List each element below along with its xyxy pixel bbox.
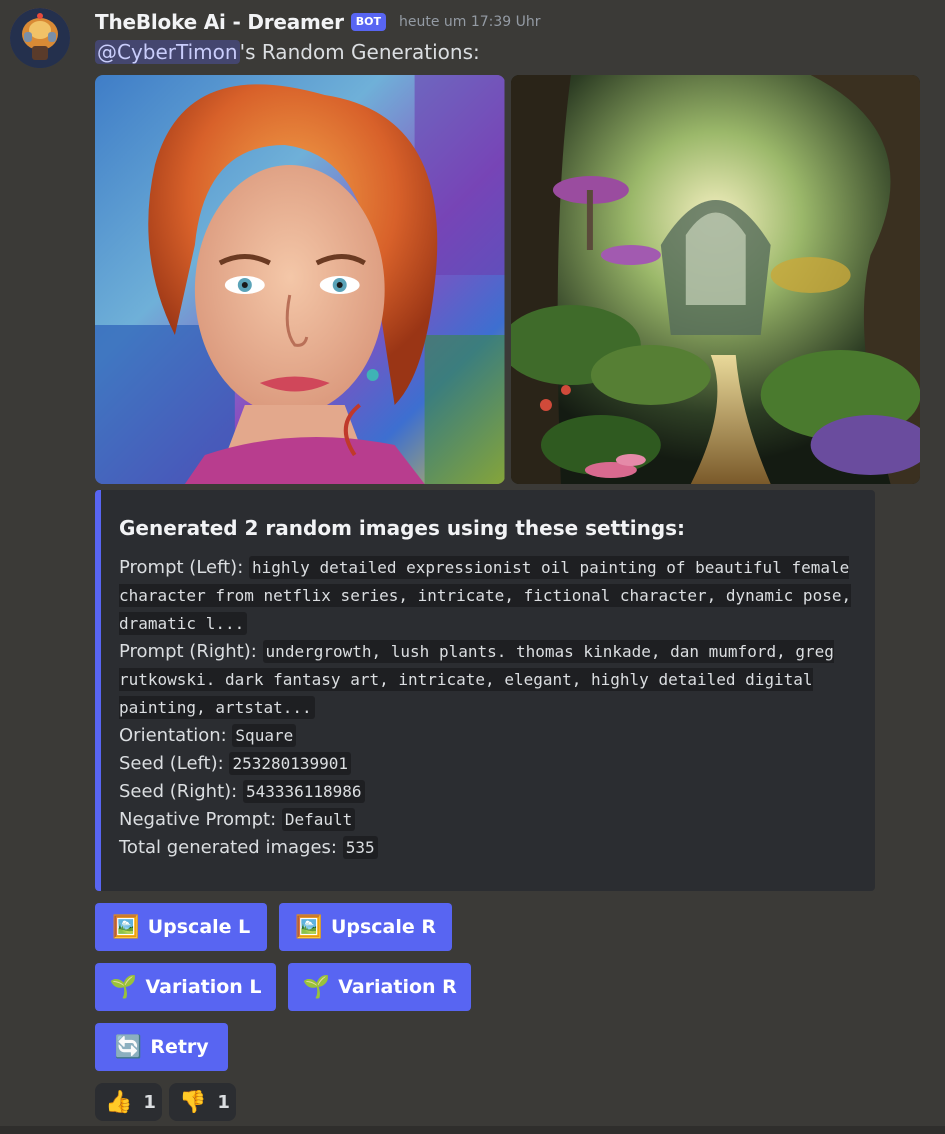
button-label: Retry: [150, 1036, 209, 1058]
bottom-divider: [0, 1126, 945, 1134]
upscale-right-button[interactable]: 🖼️ Upscale R: [279, 903, 452, 951]
framed-picture-icon: 🖼️: [112, 914, 140, 940]
image-left-portrait[interactable]: [95, 75, 505, 484]
variation-right-button[interactable]: 🌱 Variation R: [288, 963, 471, 1011]
seedling-icon: 🌱: [302, 974, 330, 1000]
thumbs-up-icon: 👍: [105, 1089, 133, 1115]
field-value: 253280139901: [229, 752, 352, 775]
chat-message: TheBloke Ai - Dreamer BOT heute um 17:39…: [0, 0, 945, 1134]
framed-picture-icon: 🖼️: [295, 914, 323, 940]
button-label: Upscale L: [147, 916, 251, 938]
message-content: @CyberTimon's Random Generations:: [95, 40, 480, 64]
message-text: 's Random Generations:: [239, 40, 480, 64]
bot-avatar[interactable]: [10, 8, 70, 68]
field-prompt-right: Prompt (Right): undergrowth, lush plants…: [119, 640, 834, 719]
reaction-thumbs-down[interactable]: 👎 1: [169, 1083, 236, 1121]
reaction-count: 1: [143, 1091, 156, 1113]
embed-title: Generated 2 random images using these se…: [119, 516, 686, 540]
field-prompt-left: Prompt (Left): highly detailed expressio…: [119, 556, 852, 635]
seedling-icon: 🌱: [109, 974, 138, 1000]
bot-badge: BOT: [350, 13, 386, 31]
button-label: Variation R: [338, 976, 457, 998]
field-value: Square: [232, 724, 297, 747]
refresh-icon: 🔄: [114, 1034, 143, 1060]
embed-description: Prompt (Left): highly detailed expressio…: [119, 554, 855, 862]
user-mention[interactable]: @CyberTimon: [95, 40, 240, 64]
timestamp[interactable]: heute um 17:39 Uhr: [399, 14, 541, 30]
upscale-left-button[interactable]: 🖼️ Upscale L: [95, 903, 267, 951]
field-value: 543336118986: [242, 780, 365, 803]
message-header: TheBloke Ai - Dreamer BOT heute um 17:39…: [95, 8, 541, 36]
thumbs-down-icon: 👎: [179, 1089, 207, 1115]
field-seed-left: Seed (Left): 253280139901: [119, 750, 855, 778]
settings-embed: Generated 2 random images using these se…: [95, 490, 875, 891]
username[interactable]: TheBloke Ai - Dreamer: [95, 10, 344, 34]
image-right-forest[interactable]: [510, 75, 920, 484]
button-label: Variation L: [145, 976, 262, 998]
button-label: Upscale R: [330, 916, 437, 938]
field-negative-prompt: Negative Prompt: Default: [119, 806, 855, 834]
variation-left-button[interactable]: 🌱 Variation L: [95, 963, 276, 1011]
field-total-images: Total generated images: 535: [119, 834, 855, 862]
field-seed-right: Seed (Right): 543336118986: [119, 778, 855, 806]
reaction-thumbs-up[interactable]: 👍 1: [95, 1083, 162, 1121]
retry-button[interactable]: 🔄 Retry: [95, 1023, 228, 1071]
field-value: 535: [342, 836, 378, 859]
image-grid: [95, 75, 920, 484]
field-orientation: Orientation: Square: [119, 722, 855, 750]
field-value: Default: [281, 808, 356, 831]
reaction-count: 1: [217, 1091, 230, 1113]
